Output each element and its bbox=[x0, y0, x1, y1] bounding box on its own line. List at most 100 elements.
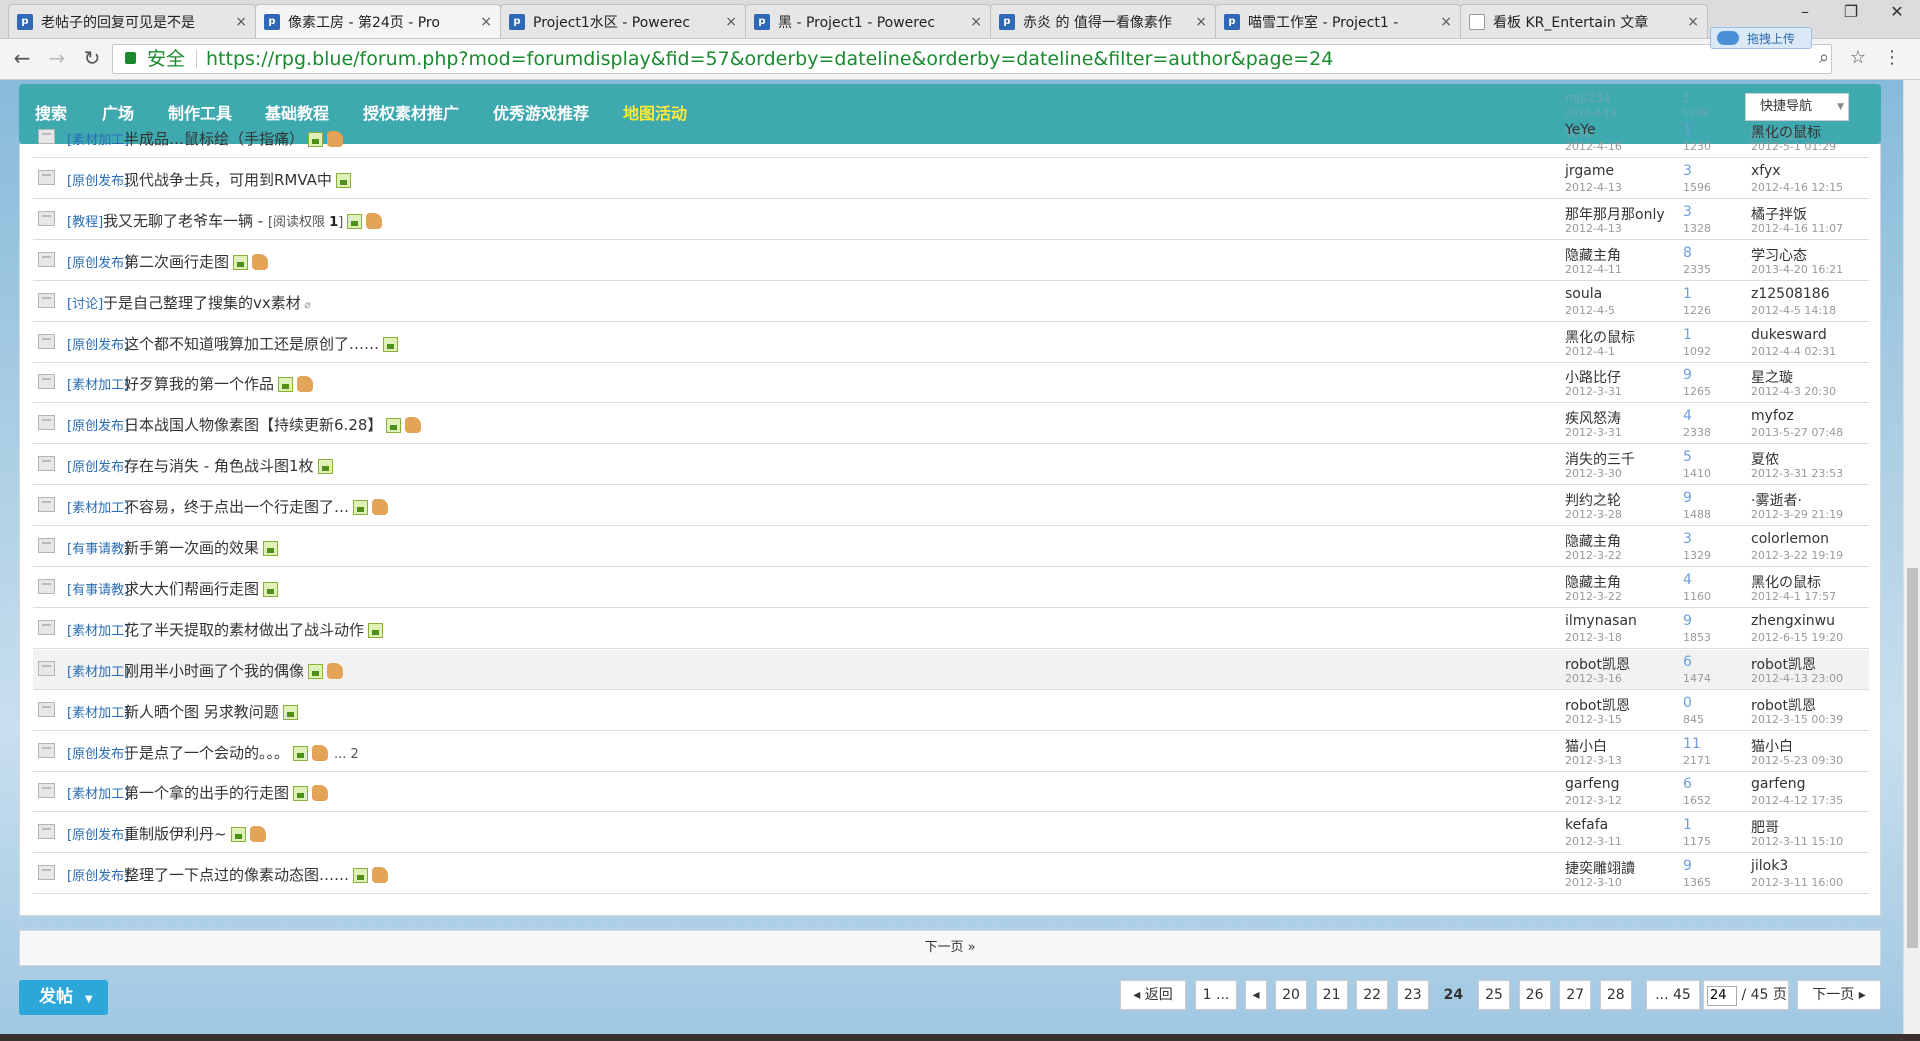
reply-count[interactable]: 11 bbox=[1683, 736, 1701, 752]
page-link[interactable]: 23 bbox=[1396, 980, 1429, 1010]
thread-author[interactable]: 隐藏主角 bbox=[1565, 572, 1621, 592]
thread-author[interactable]: 那年那月那only bbox=[1565, 204, 1665, 224]
thread-author[interactable]: 小路比仔 bbox=[1565, 367, 1621, 387]
thread-author[interactable]: robot凯恩 bbox=[1565, 695, 1630, 715]
page-link[interactable]: 21 bbox=[1315, 980, 1348, 1010]
thread-subject[interactable]: 整理了一下点过的像素动态图…… bbox=[124, 866, 349, 884]
reply-count[interactable]: 8 bbox=[1683, 245, 1692, 261]
close-tab-icon[interactable]: × bbox=[235, 14, 247, 30]
folder-icon[interactable] bbox=[38, 456, 55, 472]
last-poster[interactable]: ·雾逝者· bbox=[1751, 490, 1802, 510]
reply-count[interactable]: 9 bbox=[1683, 490, 1692, 506]
thread-row[interactable]: [素材加工] 刚用半小时画了个我的偶像 robot凯恩 2012-3-16 6 1474 r… bbox=[33, 649, 1869, 690]
reply-count[interactable]: 1 bbox=[1683, 286, 1692, 302]
thread-category[interactable]: [素材加工] bbox=[67, 783, 129, 802]
reply-count[interactable]: 9 bbox=[1683, 367, 1692, 383]
reply-count[interactable]: 6 bbox=[1683, 654, 1692, 670]
thread-subject[interactable]: 好歹算我的第一个作品 bbox=[124, 375, 274, 393]
reply-count[interactable]: 5 bbox=[1683, 449, 1692, 465]
scrollbar-thumb[interactable] bbox=[1907, 568, 1918, 948]
close-tab-icon[interactable]: × bbox=[725, 14, 737, 30]
folder-icon[interactable] bbox=[38, 210, 55, 226]
folder-icon[interactable] bbox=[38, 292, 55, 308]
star-bookmark-icon[interactable]: ☆ bbox=[1846, 47, 1870, 71]
reply-count[interactable]: 4 bbox=[1683, 572, 1692, 588]
reply-count[interactable]: 1 bbox=[1683, 327, 1692, 343]
thread-author[interactable]: YeYe bbox=[1565, 122, 1596, 138]
last-poster[interactable]: colorlemon bbox=[1751, 531, 1829, 547]
thread-category[interactable]: [原创发布] bbox=[67, 456, 129, 475]
close-tab-icon[interactable]: × bbox=[480, 14, 492, 30]
reload-icon[interactable]: ↻ bbox=[80, 47, 104, 71]
last-poster[interactable]: garfeng bbox=[1751, 776, 1806, 792]
page-first[interactable]: 1 ... bbox=[1195, 980, 1237, 1010]
thread-category[interactable]: [讨论] bbox=[67, 293, 103, 312]
thread-author[interactable]: 隐藏主角 bbox=[1565, 531, 1621, 551]
thread-row[interactable]: [素材加工] 花了半天提取的素材做出了战斗动作 ilmynasan 2012-3-18… bbox=[33, 609, 1869, 649]
thread-author[interactable]: jrgame bbox=[1565, 163, 1614, 179]
last-poster[interactable]: 学习心态 bbox=[1751, 245, 1807, 265]
folder-icon[interactable] bbox=[38, 824, 55, 840]
thread-author[interactable]: 黑化の鼠标 bbox=[1565, 327, 1635, 347]
last-poster[interactable]: 夏侬 bbox=[1751, 449, 1779, 469]
browser-tab[interactable]: p 喵雪工作室 - Project1 - × bbox=[1215, 4, 1461, 38]
thread-author[interactable]: 疾风怒涛 bbox=[1565, 408, 1621, 428]
thread-category[interactable]: [素材加工] bbox=[67, 374, 129, 393]
last-post-date[interactable]: 2012-4-13 23:00 bbox=[1751, 672, 1843, 685]
zoom-search-icon[interactable]: ⌕ bbox=[1812, 47, 1836, 71]
thread-category[interactable]: [素材加工] bbox=[67, 129, 129, 148]
thread-subject[interactable]: 不容易，终于点出一个行走图了… bbox=[124, 498, 349, 516]
page-link[interactable]: 25 bbox=[1478, 980, 1510, 1010]
prev-page-icon[interactable]: ◂ bbox=[1245, 980, 1267, 1010]
reply-count[interactable]: 1 bbox=[1683, 122, 1692, 138]
last-post-date[interactable]: 2012-3-11 15:10 bbox=[1751, 835, 1843, 848]
thread-row[interactable]: [原创发布] 现代战争士兵，可用到RMVA中 jrgame 2012-4-13 3 159… bbox=[33, 159, 1869, 199]
thread-row[interactable]: [原创发布] 第二次画行走图 隐藏主角 2012-4-11 8 2335 学习心态 2013-… bbox=[33, 241, 1869, 281]
thread-subject[interactable]: 新手第一次画的效果 bbox=[124, 539, 259, 557]
thread-row[interactable]: [素材加工] 新人晒个图 另求教问题 robot凯恩 2012-3-15 0 845 rob… bbox=[33, 691, 1869, 731]
last-poster[interactable]: xfyx bbox=[1751, 163, 1781, 179]
thread-row[interactable]: [素材加工] 第一个拿的出手的行走图 garfeng 2012-3-12 6 1652 ga… bbox=[33, 772, 1869, 813]
last-poster[interactable]: zhengxinwu bbox=[1751, 613, 1835, 629]
reply-count[interactable]: 3 bbox=[1683, 204, 1692, 220]
last-post-date[interactable]: 2012-5-23 09:30 bbox=[1751, 754, 1843, 767]
folder-icon[interactable] bbox=[38, 374, 55, 390]
thread-category[interactable]: [素材加工] bbox=[67, 620, 129, 639]
thread-author[interactable]: soula bbox=[1565, 286, 1602, 302]
browser-tab[interactable]: p 老帖子的回复可见是不是 × bbox=[8, 4, 256, 38]
last-post-date[interactable]: 2012-4-16 12:15 bbox=[1751, 181, 1843, 194]
page-jump-input[interactable] bbox=[1707, 985, 1737, 1006]
last-poster[interactable]: 猫小白 bbox=[1751, 736, 1793, 756]
browser-tab[interactable]: p 赤炎 的 值得一看像素作 × bbox=[990, 4, 1216, 38]
page-link[interactable]: 26 bbox=[1518, 980, 1551, 1010]
page-link[interactable]: 20 bbox=[1275, 980, 1307, 1010]
last-post-date[interactable]: 2013-4-20 16:21 bbox=[1751, 263, 1843, 276]
url-field[interactable]: 安全 https://rpg.blue/forum.php?mod=forumd… bbox=[112, 44, 1832, 74]
menu-kebab-icon[interactable]: ⋮ bbox=[1880, 47, 1904, 71]
browser-tab[interactable]: p 像素工房 - 第24页 - Pro × bbox=[255, 4, 501, 38]
thread-category[interactable]: [原创发布] bbox=[67, 334, 129, 353]
thread-author[interactable]: 判约之轮 bbox=[1565, 490, 1621, 510]
last-poster[interactable]: 橘子拌饭 bbox=[1751, 204, 1807, 224]
folder-icon[interactable] bbox=[38, 497, 55, 513]
thread-subject[interactable]: 现代战争士兵，可用到RMVA中 bbox=[124, 171, 332, 189]
thread-author[interactable]: 猫小白 bbox=[1565, 736, 1607, 756]
thread-row[interactable]: [原创发布] 日本战国人物像素图【持续更新6.28】 疾风怒涛 2012-3-31 4 2… bbox=[33, 404, 1869, 445]
last-poster[interactable]: 黑化の鼠标 bbox=[1751, 572, 1821, 592]
last-poster[interactable]: z12508186 bbox=[1751, 286, 1830, 302]
maximize-button[interactable]: ❐ bbox=[1828, 0, 1874, 26]
thread-row[interactable]: [原创发布] 这个都不知道哦算加工还是原创了…… 黑化の鼠标 2012-4-1 1 109… bbox=[33, 323, 1869, 363]
thread-category[interactable]: [原创发布] bbox=[67, 170, 129, 189]
upload-widget[interactable]: 拖拽上传 bbox=[1710, 27, 1812, 49]
thread-subject[interactable]: 第二次画行走图 bbox=[124, 253, 229, 271]
last-post-date[interactable]: 2012-4-5 14:18 bbox=[1751, 304, 1836, 317]
last-poster[interactable]: myfoz bbox=[1751, 408, 1794, 424]
thread-category[interactable]: [教程] bbox=[67, 211, 103, 230]
reply-count[interactable]: 0 bbox=[1683, 695, 1692, 711]
reply-count[interactable]: 9 bbox=[1683, 858, 1692, 874]
close-tab-icon[interactable]: × bbox=[1440, 14, 1452, 30]
last-poster[interactable]: dukesward bbox=[1751, 327, 1827, 343]
thread-row[interactable]: [有事请教] 新手第一次画的效果 隐藏主角 2012-3-22 3 1329 colorle… bbox=[33, 527, 1869, 567]
thread-subject[interactable]: 这个都不知道哦算加工还是原创了…… bbox=[124, 335, 379, 353]
thread-category[interactable]: [素材加工] bbox=[67, 661, 129, 680]
